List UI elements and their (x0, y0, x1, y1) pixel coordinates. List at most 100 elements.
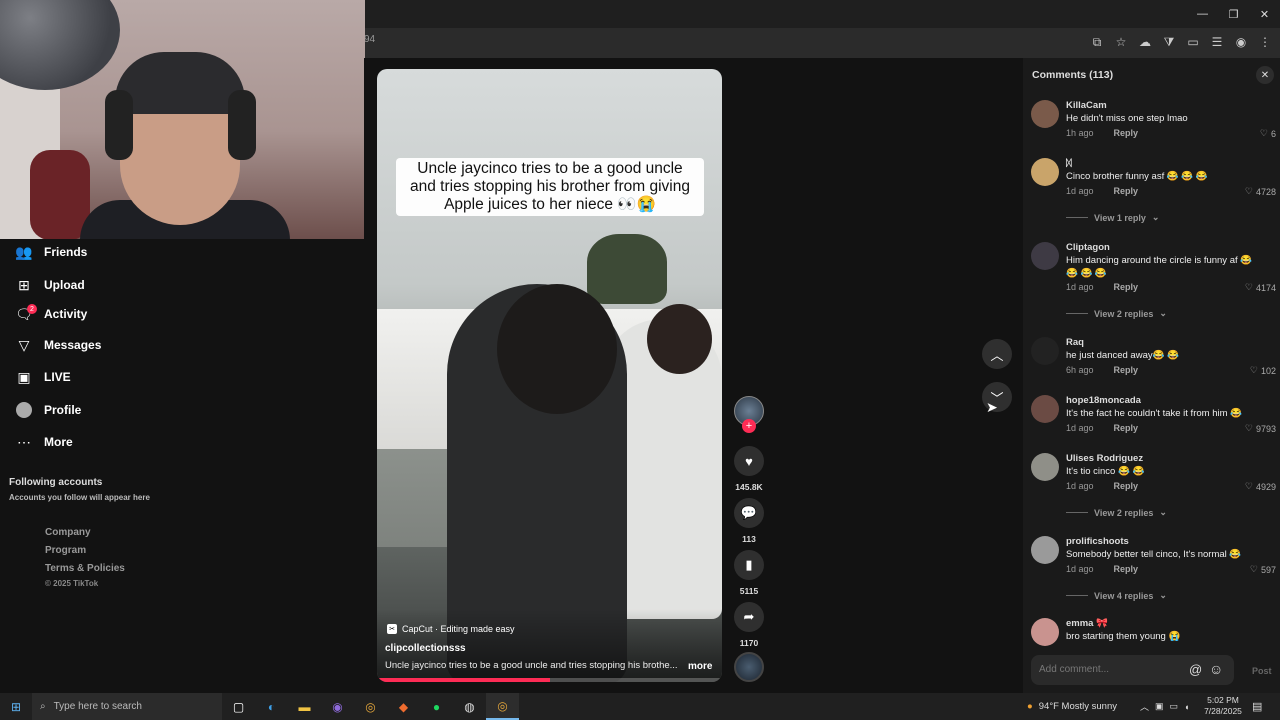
comment-username[interactable]: ᛞ (1066, 158, 1072, 169)
brave-icon[interactable]: ◆ (387, 693, 420, 720)
reply-button[interactable]: Reply (1114, 481, 1139, 491)
comment-like-button[interactable]: ♡ 4174 (1245, 282, 1276, 293)
nav-upload[interactable]: ⊞ Upload (16, 273, 85, 297)
reply-button[interactable]: Reply (1114, 564, 1139, 574)
comment-username[interactable]: Cliptagon (1066, 242, 1110, 253)
install-app-icon[interactable]: ⧉ (1088, 32, 1106, 52)
minimize-button[interactable]: — (1187, 0, 1218, 28)
footer-program-link[interactable]: Program (45, 545, 86, 556)
comment-like-count: 4728 (1255, 186, 1276, 197)
view-replies-button[interactable]: View 4 replies ⌄ (1066, 590, 1167, 601)
emoji-icon[interactable]: ☺ (1209, 661, 1223, 677)
profile-avatar-icon[interactable]: ◉ (1232, 32, 1250, 52)
nav-messages[interactable]: ▽ Messages (16, 333, 102, 357)
comment-avatar[interactable] (1031, 618, 1059, 646)
video-author[interactable]: clipcollectionsss (385, 643, 466, 654)
view-replies-button[interactable]: View 2 replies ⌄ (1066, 507, 1167, 518)
taskbar-clock[interactable]: 5:02 PM 7/28/2025 (1200, 695, 1246, 717)
comment-username[interactable]: prolificshoots (1066, 536, 1129, 547)
activity-badge: 2 (27, 304, 37, 314)
comment-avatar[interactable] (1031, 158, 1059, 186)
comment-username[interactable]: emma 🎀 (1066, 618, 1108, 629)
obs-icon[interactable]: ◍ (453, 693, 486, 720)
reading-list-icon[interactable]: ☰ (1208, 32, 1226, 52)
address-bar[interactable]: 94 (364, 34, 1024, 52)
comment-avatar[interactable] (1031, 453, 1059, 481)
mention-at-icon[interactable]: @ (1189, 662, 1202, 677)
file-explorer-icon[interactable]: ▬ (288, 693, 321, 720)
comment-like-button[interactable]: ♡ 9793 (1245, 423, 1276, 434)
browser-menu-icon[interactable]: ⋮ (1256, 32, 1274, 52)
windows-start-icon[interactable]: ⊞ (0, 693, 32, 720)
close-comments-button[interactable]: ✕ (1256, 66, 1274, 84)
edge-icon[interactable]: ◐ (255, 693, 288, 720)
save-button[interactable]: ▮ (734, 550, 764, 580)
comment-avatar[interactable] (1031, 395, 1059, 423)
capcut-tag[interactable]: ✂ CapCut · Editing made easy (387, 624, 515, 634)
tray-app-icon[interactable]: ▣ (1155, 701, 1164, 712)
comment-button[interactable]: 💬 (734, 498, 764, 528)
nav-friends[interactable]: 👥 Friends (15, 240, 87, 264)
post-comment-button[interactable]: Post (1252, 666, 1272, 676)
nav-more[interactable]: ⋯ More (16, 430, 73, 454)
chrome-icon[interactable]: ◎ (354, 693, 387, 720)
video-progress-bar[interactable] (377, 678, 722, 682)
comment-like-count: 6 (1270, 128, 1276, 139)
comment-avatar[interactable] (1031, 100, 1059, 128)
volume-icon[interactable]: ◖ (1184, 702, 1189, 712)
comment-username[interactable]: hope18moncada (1066, 395, 1141, 406)
bookmark-star-icon[interactable]: ☆ (1112, 32, 1130, 52)
restore-button[interactable]: ❐ (1218, 0, 1249, 28)
like-button[interactable]: ♥ (734, 446, 764, 476)
reply-button[interactable]: Reply (1114, 365, 1139, 375)
chrome-active-icon[interactable]: ◎ (486, 693, 519, 720)
heart-outline-icon: ♡ (1249, 564, 1258, 574)
video-player[interactable]: Uncle jaycinco tries to be a good uncle … (377, 69, 722, 682)
tray-chevron-icon[interactable]: ︿ (1140, 700, 1149, 713)
comment-username[interactable]: Raq (1066, 337, 1084, 348)
view-replies-button[interactable]: View 2 replies ⌄ (1066, 308, 1167, 319)
comment-avatar[interactable] (1031, 536, 1059, 564)
comment-like-button[interactable]: ♡ 4728 (1245, 186, 1276, 197)
network-icon[interactable]: ▭ (1170, 701, 1179, 712)
comment-like-button[interactable]: ♡ 597 (1250, 564, 1276, 575)
webcam-overlay (0, 0, 365, 239)
task-view-icon[interactable]: ▢ (222, 693, 255, 720)
following-subtitle: Accounts you follow will appear here (9, 493, 150, 502)
comment-like-button[interactable]: ♡ 102 (1250, 365, 1276, 376)
taskbar-weather[interactable]: ● 94°F Mostly sunny (1027, 693, 1117, 720)
extensions-puzzle-icon[interactable]: ⧩ (1160, 32, 1178, 52)
notifications-icon[interactable]: ▤ (1252, 700, 1262, 713)
close-window-button[interactable]: ✕ (1249, 0, 1280, 28)
spotify-icon[interactable]: ● (420, 693, 453, 720)
comment-like-count: 4929 (1255, 481, 1276, 492)
follow-plus-icon[interactable]: + (742, 419, 756, 433)
reply-button[interactable]: Reply (1114, 186, 1139, 196)
reply-button[interactable]: Reply (1114, 423, 1139, 433)
taskbar-search[interactable]: ⌕ Type here to search (32, 693, 222, 720)
reply-button[interactable]: Reply (1114, 282, 1139, 292)
comment-like-button[interactable]: ♡ 6 (1260, 128, 1276, 139)
split-view-icon[interactable]: ▭ (1184, 32, 1202, 52)
view-replies-label: View 1 reply (1094, 212, 1146, 223)
extension-cloud-icon[interactable]: ☁ (1136, 32, 1154, 52)
reply-button[interactable]: Reply (1114, 128, 1139, 138)
nav-live[interactable]: ▣ LIVE (16, 365, 70, 389)
comment-avatar[interactable] (1031, 337, 1059, 365)
add-comment-input[interactable]: Add comment... @ ☺ (1031, 655, 1234, 685)
nav-profile[interactable]: Profile (16, 398, 81, 422)
comment-username[interactable]: Ulises Rodriguez (1066, 453, 1143, 464)
comment-time: 1d ago (1066, 186, 1094, 196)
sound-disc-icon[interactable] (734, 652, 764, 682)
comment-like-button[interactable]: ♡ 4929 (1245, 481, 1276, 492)
footer-company-link[interactable]: Company (45, 527, 91, 538)
previous-video-button[interactable]: ︿ (982, 339, 1012, 369)
view-replies-button[interactable]: View 1 reply ⌄ (1066, 212, 1159, 223)
comment-avatar[interactable] (1031, 242, 1059, 270)
app-purple-icon[interactable]: ◉ (321, 693, 354, 720)
caption-line: Apple juices to her niece 👀😭 (444, 196, 656, 213)
comment-username[interactable]: KillaCam (1066, 100, 1107, 111)
footer-terms-link[interactable]: Terms & Policies (45, 563, 125, 574)
description-more-link[interactable]: more (688, 661, 712, 672)
share-button[interactable]: ➦ (734, 602, 764, 632)
